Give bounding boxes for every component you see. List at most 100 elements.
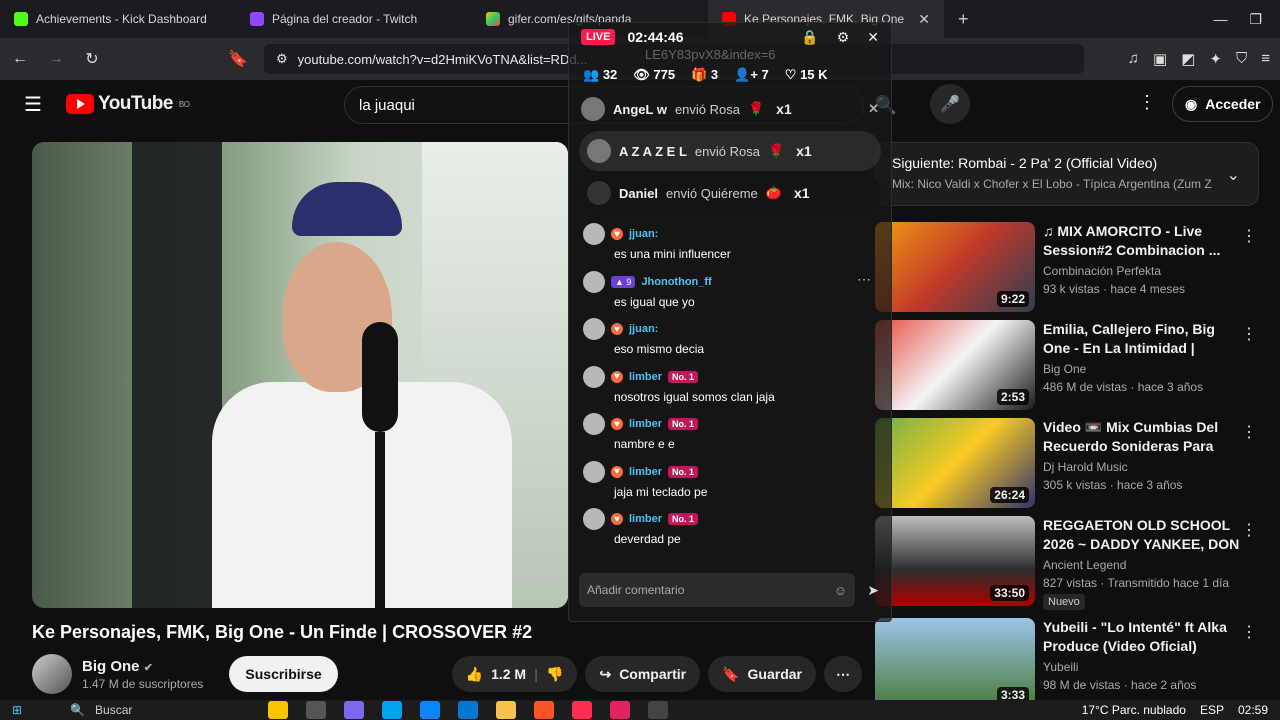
- video-thumbnail[interactable]: 26:24: [875, 418, 1035, 508]
- chevron-down-icon[interactable]: ⌄: [1227, 165, 1240, 185]
- browser-tab-kick[interactable]: Achievements - Kick Dashboard: [0, 0, 236, 38]
- tab-title: Achievements - Kick Dashboard: [36, 12, 207, 26]
- subscribe-button[interactable]: Suscribirse: [229, 656, 338, 692]
- rec-title[interactable]: REGGAETON OLD SCHOOL 2026 ~ DADDY YANKEE…: [1043, 516, 1243, 554]
- rec-title[interactable]: ♫ MIX AMORCITO - Live Session#2 Combinac…: [1043, 222, 1243, 260]
- minimize-icon[interactable]: —: [1213, 11, 1227, 28]
- rec-title[interactable]: Emilia, Callejero Fino, Big One - En La …: [1043, 320, 1243, 358]
- more-options-icon[interactable]: ⋮: [1138, 92, 1156, 113]
- chat-text: nambre e e: [614, 437, 675, 451]
- wallet-icon[interactable]: ◩: [1181, 50, 1195, 68]
- channel-avatar[interactable]: [32, 654, 72, 694]
- recommendation-item[interactable]: 33:50 REGGAETON OLD SCHOOL 2026 ~ DADDY …: [875, 516, 1265, 610]
- taskbar-app-icon[interactable]: [496, 701, 517, 719]
- clock[interactable]: 02:59: [1238, 703, 1268, 717]
- browser-tab-twitch[interactable]: Página del creador - Twitch: [236, 0, 472, 38]
- new-tab-icon[interactable]: +: [944, 9, 983, 30]
- channel-name[interactable]: Big One ✔: [82, 658, 203, 675]
- video-player[interactable]: [32, 142, 568, 608]
- rec-channel[interactable]: Combinación Perfekta: [1043, 264, 1243, 278]
- gift-notification: Daniel envió Quiéreme 🍅 x1: [579, 173, 881, 213]
- share-icon: ↪: [599, 665, 612, 682]
- rec-channel[interactable]: Dj Harold Music: [1043, 460, 1243, 474]
- vpn-icon[interactable]: ⛉: [1236, 50, 1247, 68]
- windows-taskbar: ⊞ 🔍 Buscar 17°C Parc. nublado ESP 02:59: [0, 700, 1280, 720]
- taskbar-app-icon[interactable]: [572, 701, 593, 719]
- back-icon[interactable]: ←: [10, 50, 30, 68]
- duration-badge: 33:50: [990, 585, 1029, 601]
- rec-title[interactable]: Yubeili - "Lo Intenté" ft Alka Produce (…: [1043, 618, 1243, 656]
- rec-title[interactable]: Video 📼 Mix Cumbias Del Recuerdo Sonider…: [1043, 418, 1243, 456]
- recommendation-item[interactable]: 2:53 Emilia, Callejero Fino, Big One - E…: [875, 320, 1265, 412]
- send-icon[interactable]: ➤: [867, 582, 879, 599]
- taskbar-app-icon[interactable]: [648, 701, 669, 719]
- more-options-icon[interactable]: ⋮: [1241, 324, 1257, 344]
- recommendation-item[interactable]: 26:24 Video 📼 Mix Cumbias Del Recuerdo S…: [875, 418, 1265, 510]
- taskbar-app-icon[interactable]: [306, 701, 327, 719]
- more-actions-button[interactable]: ⋯: [824, 656, 862, 692]
- more-options-icon[interactable]: ⋮: [1241, 422, 1257, 442]
- chat-username[interactable]: limber: [629, 466, 662, 478]
- youtube-logo[interactable]: YouTube BO: [65, 93, 190, 115]
- more-options-icon[interactable]: ⋮: [1241, 622, 1257, 642]
- video-thumbnail[interactable]: 33:50: [875, 516, 1035, 606]
- chat-username[interactable]: jjuan:: [629, 228, 658, 240]
- comment-input[interactable]: Añadir comentario ☺: [579, 573, 855, 607]
- gear-icon[interactable]: ⚙: [837, 29, 850, 46]
- taskbar-app-icon[interactable]: [458, 701, 479, 719]
- taskbar-app-icon[interactable]: [268, 701, 289, 719]
- close-icon[interactable]: ✕: [867, 29, 879, 46]
- up-next-card[interactable]: Siguiente: Rombai - 2 Pa' 2 (Official Vi…: [875, 142, 1259, 206]
- bookmark-icon[interactable]: 🔖: [228, 49, 248, 69]
- sidebar-icon[interactable]: ▣: [1153, 50, 1167, 68]
- thumbs-down-icon[interactable]: 👎: [546, 666, 563, 683]
- emoji-icon[interactable]: ☺: [834, 583, 847, 598]
- chat-username[interactable]: limber: [629, 418, 662, 430]
- recommendation-item[interactable]: 9:22 ♫ MIX AMORCITO - Live Session#2 Com…: [875, 222, 1265, 314]
- level-badge: ▲ 9: [611, 275, 636, 288]
- reload-icon[interactable]: ↻: [82, 49, 102, 69]
- save-button[interactable]: 🔖 Guardar: [708, 656, 816, 692]
- rec-channel[interactable]: Yubeili: [1043, 660, 1243, 674]
- lock-icon[interactable]: 🔒: [801, 29, 818, 46]
- extension-icon[interactable]: ♫: [1128, 50, 1139, 68]
- more-options-icon[interactable]: ⋮: [1241, 226, 1257, 246]
- gift-user: AngeL w: [613, 101, 667, 117]
- menu-icon[interactable]: ≡: [1261, 50, 1270, 68]
- windows-start-icon[interactable]: ⊞: [12, 703, 22, 717]
- close-tab-icon[interactable]: ✕: [918, 11, 930, 28]
- gift-count: x1: [796, 143, 812, 159]
- signin-button[interactable]: ◉ Acceder: [1172, 86, 1274, 122]
- taskbar-app-icon[interactable]: [534, 701, 555, 719]
- taskbar-search[interactable]: 🔍 Buscar: [40, 703, 250, 717]
- taskbar-app-icon[interactable]: [610, 701, 631, 719]
- forward-icon[interactable]: →: [46, 50, 66, 68]
- chat-username[interactable]: jjuan:: [629, 323, 658, 335]
- taskbar-app-icon[interactable]: [344, 701, 365, 719]
- up-next-subtitle: Mix: Nico Valdi x Chofer x El Lobo - Típ…: [892, 177, 1212, 191]
- rec-channel[interactable]: Ancient Legend: [1043, 558, 1243, 572]
- heart-badge-icon: ♥: [611, 228, 623, 240]
- chat-username[interactable]: Jhonothon_ff: [641, 276, 711, 288]
- recommendation-item[interactable]: 3:33 Yubeili - "Lo Intenté" ft Alka Prod…: [875, 618, 1265, 710]
- taskbar-app-icon[interactable]: [420, 701, 441, 719]
- video-thumbnail[interactable]: 2:53: [875, 320, 1035, 410]
- video-thumbnail[interactable]: 3:33: [875, 618, 1035, 708]
- hamburger-menu-icon[interactable]: ☰: [24, 92, 42, 117]
- message-menu-icon[interactable]: ⋯: [857, 271, 871, 288]
- share-button[interactable]: ↪ Compartir: [585, 656, 701, 692]
- restore-icon[interactable]: ❐: [1249, 11, 1262, 28]
- like-button[interactable]: 👍 1.2 M | 👎: [451, 656, 578, 692]
- leo-icon[interactable]: ✦: [1209, 50, 1222, 68]
- close-icon[interactable]: ✕: [868, 101, 879, 117]
- site-info-icon[interactable]: ⚙: [276, 51, 288, 67]
- rec-channel[interactable]: Big One: [1043, 362, 1243, 376]
- weather-widget[interactable]: 17°C Parc. nublado: [1082, 703, 1186, 717]
- microphone-icon[interactable]: 🎤: [930, 84, 970, 124]
- chat-username[interactable]: limber: [629, 371, 662, 383]
- chat-username[interactable]: limber: [629, 513, 662, 525]
- more-options-icon[interactable]: ⋮: [1241, 520, 1257, 540]
- language-indicator[interactable]: ESP: [1200, 703, 1224, 717]
- video-thumbnail[interactable]: 9:22: [875, 222, 1035, 312]
- taskbar-app-icon[interactable]: [382, 701, 403, 719]
